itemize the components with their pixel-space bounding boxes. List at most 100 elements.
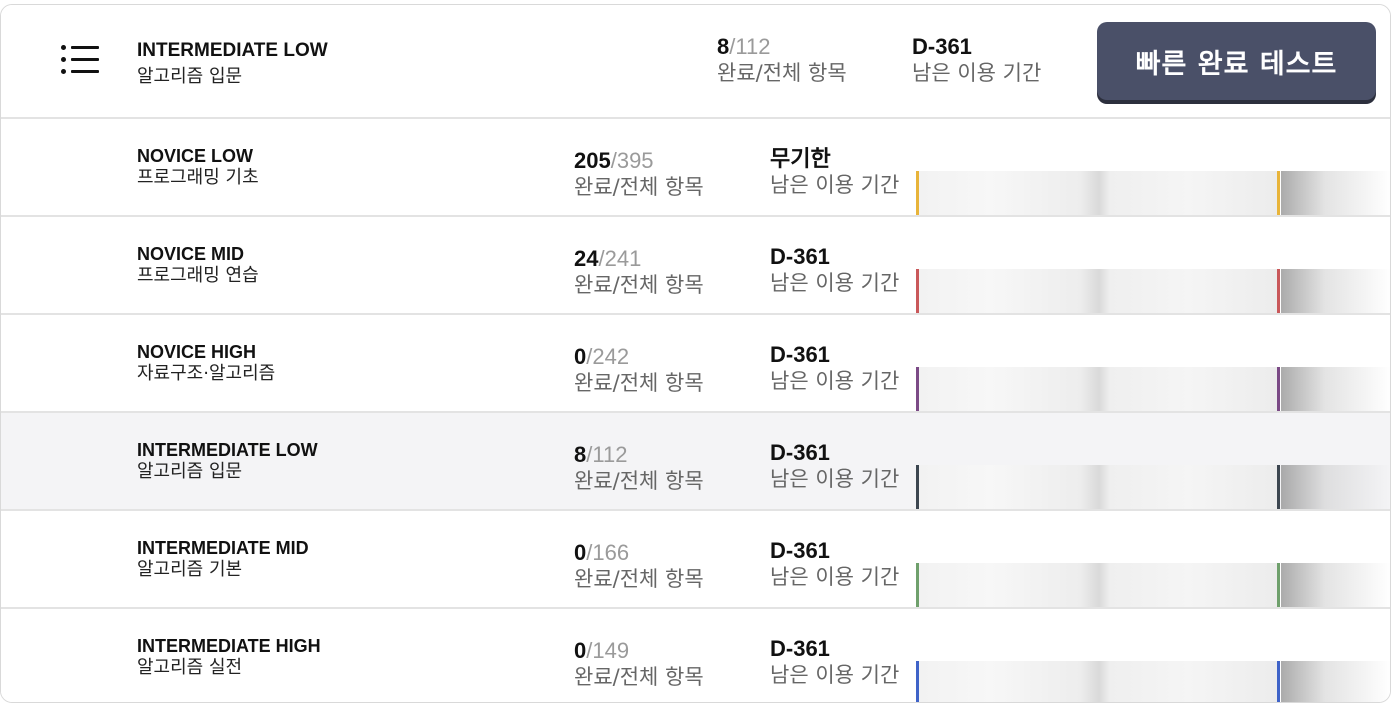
total-count: /166	[586, 540, 630, 565]
course-code: NOVICE MID	[137, 244, 245, 264]
book-edge-right	[1277, 661, 1280, 702]
menu-dot	[61, 45, 66, 50]
course-row[interactable]: NOVICE MID 프로그래밍 연습 24/241 완료/전체 항목 D-36…	[1, 217, 1390, 315]
progress-label: 완료/전체 항목	[574, 469, 704, 493]
book-page	[919, 563, 1279, 607]
completed-count: 0	[574, 540, 587, 565]
progress-label: 완료/전체 항목	[574, 175, 704, 199]
book-page	[919, 661, 1279, 702]
course-title: NOVICE HIGH 자료구조·알고리즘	[137, 341, 275, 385]
period-stat: 무기한 남은 이용 기간	[770, 147, 899, 199]
progress-stat: 0/149 완료/전체 항목	[574, 639, 704, 691]
period-value: D-361	[770, 244, 830, 269]
quick-complete-test-button[interactable]: 빠른 완료 테스트	[1097, 22, 1376, 100]
book-edge-right	[1277, 367, 1280, 411]
course-panel: INTERMEDIATE LOW 알고리즘 입문 8/112 완료/전체 항목 …	[0, 4, 1391, 703]
menu-bar	[71, 58, 99, 61]
progress-stat: 205/395 완료/전체 항목	[574, 149, 704, 201]
menu-icon[interactable]	[57, 42, 103, 78]
total-count: /395	[610, 148, 654, 173]
course-title: INTERMEDIATE MID 알고리즘 기본	[137, 537, 309, 581]
progress-label: 완료/전체 항목	[574, 567, 704, 591]
course-row[interactable]: INTERMEDIATE HIGH 알고리즘 실전 0/149 완료/전체 항목…	[1, 609, 1390, 702]
course-row[interactable]: INTERMEDIATE LOW 알고리즘 입문 8/112 완료/전체 항목 …	[1, 413, 1390, 511]
menu-bar	[71, 46, 99, 49]
progress-count: 8/112	[717, 35, 847, 59]
book-shadow	[1281, 367, 1390, 411]
progress-label: 완료/전체 항목	[574, 371, 704, 395]
book-edge-right	[1277, 563, 1280, 607]
book-shadow	[1281, 465, 1390, 509]
period-label: 남은 이용 기간	[770, 663, 900, 687]
course-name: 자료구조·알고리즘	[137, 363, 276, 384]
progress-label: 완료/전체 항목	[574, 273, 704, 297]
course-title: INTERMEDIATE LOW 알고리즘 입문	[137, 439, 318, 483]
progress-label: 완료/전체 항목	[717, 61, 847, 85]
completed-count: 0	[574, 638, 587, 663]
period-label: 남은 이용 기간	[770, 369, 900, 393]
progress-label: 완료/전체 항목	[574, 665, 704, 689]
book-edge-right	[1277, 269, 1280, 313]
progress-stat: 24/241 완료/전체 항목	[574, 247, 704, 299]
book-page	[919, 269, 1279, 313]
progress-count: 0/149	[574, 639, 704, 663]
completed-count: 205	[574, 148, 611, 173]
course-name: 프로그래밍 기초	[137, 167, 259, 188]
completed-count: 8	[717, 34, 730, 59]
period-stat: D-361 남은 이용 기간	[770, 637, 899, 689]
total-count: /241	[598, 246, 642, 271]
period-stat: D-361 남은 이용 기간	[770, 245, 899, 297]
progress-count: 24/241	[574, 247, 704, 271]
progress-stat: 8/112 완료/전체 항목	[574, 443, 704, 495]
course-code: INTERMEDIATE LOW	[137, 40, 328, 61]
period-value: D-361	[770, 538, 830, 563]
course-name: 알고리즘 기본	[137, 559, 243, 580]
course-code: INTERMEDIATE LOW	[137, 440, 318, 460]
course-book-graphic	[916, 367, 1390, 411]
period-value: D-361	[770, 342, 830, 367]
period-value: 무기한	[770, 146, 831, 171]
course-code: NOVICE HIGH	[137, 342, 257, 362]
progress-count: 205/395	[574, 149, 704, 173]
course-title: NOVICE MID 프로그래밍 연습	[137, 243, 259, 287]
book-edge-right	[1277, 465, 1280, 509]
menu-dot	[61, 69, 66, 74]
total-count: /242	[586, 344, 630, 369]
completed-count: 0	[574, 344, 587, 369]
course-row[interactable]: INTERMEDIATE MID 알고리즘 기본 0/166 완료/전체 항목 …	[1, 511, 1390, 609]
period-stat: D-361 남은 이용 기간	[770, 441, 899, 493]
course-book-graphic	[916, 563, 1390, 607]
current-course-header: INTERMEDIATE LOW 알고리즘 입문 8/112 완료/전체 항목 …	[1, 5, 1390, 119]
progress-stat: 0/242 완료/전체 항목	[574, 345, 704, 397]
progress-stat: 8/112 완료/전체 항목	[717, 35, 847, 87]
course-row[interactable]: NOVICE LOW 프로그래밍 기초 205/395 완료/전체 항목 무기한…	[1, 119, 1390, 217]
course-name: 프로그래밍 연습	[137, 265, 259, 286]
period-label: 남은 이용 기간	[912, 61, 1042, 85]
period-stat: D-361 남은 이용 기간	[912, 35, 1041, 87]
menu-dot	[61, 57, 66, 62]
progress-count: 0/166	[574, 541, 704, 565]
completed-count: 8	[574, 442, 587, 467]
book-shadow	[1281, 171, 1390, 215]
period-label: 남은 이용 기간	[770, 173, 900, 197]
menu-bar	[71, 70, 99, 73]
current-course-title: INTERMEDIATE LOW 알고리즘 입문	[137, 40, 328, 88]
period-stat: D-361 남은 이용 기간	[770, 343, 899, 395]
period-stat: D-361 남은 이용 기간	[770, 539, 899, 591]
course-title: NOVICE LOW 프로그래밍 기초	[137, 145, 259, 189]
book-edge-right	[1277, 171, 1280, 215]
progress-count: 8/112	[574, 443, 704, 467]
course-code: INTERMEDIATE HIGH	[137, 636, 321, 656]
period-label: 남은 이용 기간	[770, 565, 900, 589]
period-label: 남은 이용 기간	[770, 271, 900, 295]
course-name: 알고리즘 실전	[137, 657, 243, 678]
book-shadow	[1281, 563, 1390, 607]
period-value: D-361	[770, 440, 830, 465]
completed-count: 24	[574, 246, 599, 271]
book-shadow	[1281, 661, 1390, 702]
book-shadow	[1281, 269, 1390, 313]
book-page	[919, 171, 1279, 215]
course-book-graphic	[916, 661, 1390, 702]
progress-count: 0/242	[574, 345, 704, 369]
course-row[interactable]: NOVICE HIGH 자료구조·알고리즘 0/242 완료/전체 항목 D-3…	[1, 315, 1390, 413]
